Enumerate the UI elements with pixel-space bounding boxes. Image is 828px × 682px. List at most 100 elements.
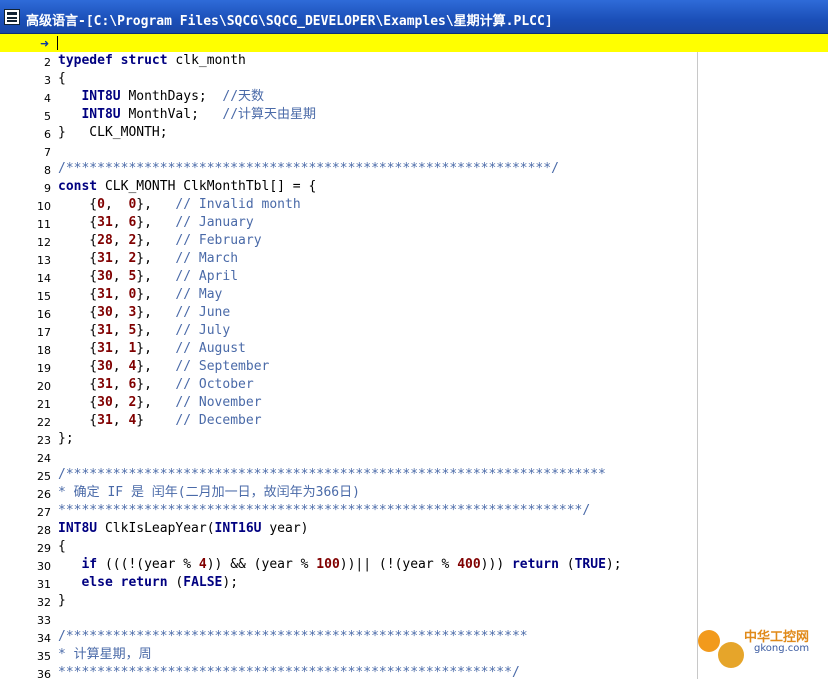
code-line[interactable]: 20 {31, 6}, // October <box>0 376 828 394</box>
gear-icon <box>698 630 720 652</box>
code-text: INT8U MonthDays; //天数 <box>81 89 265 104</box>
line-number: 28 <box>37 524 51 537</box>
code-line[interactable]: 11 {31, 6}, // January <box>0 214 828 232</box>
code-line[interactable]: 9 const CLK_MONTH ClkMonthTbl[] = { <box>0 178 828 196</box>
line-number: 14 <box>37 272 51 285</box>
arrow-marker-icon: ➜ <box>40 37 50 50</box>
line-number: 27 <box>37 506 51 519</box>
code-text: {0, 0}, // Invalid month <box>58 197 301 212</box>
code-text: /***************************************… <box>58 629 528 644</box>
line-number: 31 <box>37 578 51 591</box>
code-editor[interactable]: ➜ 2 typedef struct clk_month 3{4 INT8U Mont… <box>0 34 828 681</box>
code-line[interactable]: 17 {31, 5}, // July <box>0 322 828 340</box>
line-number: 33 <box>37 614 51 627</box>
line-number: 12 <box>37 236 51 249</box>
watermark-logo: 中华工控网 gkong.com <box>692 622 828 679</box>
line-number: 35 <box>37 650 51 663</box>
code-line[interactable]: 28 INT8U ClkIsLeapYear(INT16U year) <box>0 520 828 538</box>
line-number: 22 <box>37 416 51 429</box>
line-number: 20 <box>37 380 51 393</box>
code-text: {31, 4} // December <box>58 413 262 428</box>
line-number: 7 <box>44 146 51 159</box>
line-number: 21 <box>37 398 51 411</box>
line-number: 6 <box>44 128 51 141</box>
line-number: 29 <box>37 542 51 555</box>
code-line[interactable]: 10 {0, 0}, // Invalid month <box>0 196 828 214</box>
code-text: * 确定 IF 是 闰年(二月加一日，故闰年为366日) <box>58 485 360 500</box>
line-number: 9 <box>44 182 51 195</box>
code-text: {30, 4}, // September <box>58 359 270 374</box>
code-text: {31, 1}, // August <box>58 341 246 356</box>
code-text: } <box>58 593 66 608</box>
code-text: INT8U ClkIsLeapYear(INT16U year) <box>58 521 309 536</box>
line-number: 34 <box>37 632 51 645</box>
code-text: { <box>58 539 66 554</box>
line-number: 15 <box>37 290 51 303</box>
code-text: /***************************************… <box>58 161 559 176</box>
code-text: INT8U MonthVal; //计算天由星期 <box>81 107 317 122</box>
code-line[interactable]: 30 if (((!(year % 4)) && (year % 100))||… <box>0 556 828 574</box>
line-number: 18 <box>37 344 51 357</box>
code-text: } CLK_MONTH; <box>58 125 168 140</box>
code-line[interactable]: 32} <box>0 592 828 610</box>
code-line[interactable]: 31 else return (FALSE); <box>0 574 828 592</box>
app-window-icon[interactable] <box>4 9 20 25</box>
line-number: 11 <box>37 218 51 231</box>
code-text: {30, 5}, // April <box>58 269 239 284</box>
code-line[interactable]: 22 {31, 4} // December <box>0 412 828 430</box>
code-text: {31, 0}, // May <box>58 287 223 302</box>
code-text: const CLK_MONTH ClkMonthTbl[] = { <box>58 179 317 194</box>
line-number: 5 <box>44 110 51 123</box>
code-line[interactable]: 7 <box>0 142 828 160</box>
line-number: 30 <box>37 560 51 573</box>
code-line[interactable]: 14 {30, 5}, // April <box>0 268 828 286</box>
line-number: 36 <box>37 668 51 681</box>
title-bar[interactable]: 高级语言-[C:\Program Files\SQCG\SQCG_DEVELOP… <box>0 0 828 34</box>
code-text: }; <box>58 431 74 446</box>
text-caret <box>57 36 58 50</box>
code-line[interactable]: 16 {30, 3}, // June <box>0 304 828 322</box>
line-number: 2 <box>44 56 51 69</box>
line-number: 25 <box>37 470 51 483</box>
code-line[interactable]: 12 {28, 2}, // February <box>0 232 828 250</box>
code-line[interactable]: 27 **************************************… <box>0 502 828 520</box>
code-line[interactable]: 6 } CLK_MONTH; <box>0 124 828 142</box>
code-line[interactable]: 18 {31, 1}, // August <box>0 340 828 358</box>
code-text: {31, 6}, // January <box>58 215 254 230</box>
code-line[interactable]: 19 {30, 4}, // September <box>0 358 828 376</box>
window-title: 高级语言-[C:\Program Files\SQCG\SQCG_DEVELOP… <box>26 14 553 29</box>
code-text: { <box>58 71 66 86</box>
code-line[interactable]: 5 INT8U MonthVal; //计算天由星期 <box>0 106 828 124</box>
current-code-line[interactable]: ➜ <box>0 34 828 52</box>
code-line[interactable]: 24 <box>0 448 828 466</box>
code-line[interactable]: 8 /**************************************… <box>0 160 828 178</box>
code-line[interactable]: 2 typedef struct clk_month <box>0 52 828 70</box>
code-line[interactable]: 4 INT8U MonthDays; //天数 <box>0 88 828 106</box>
line-number: 3 <box>44 74 51 87</box>
line-number: 26 <box>37 488 51 501</box>
line-number: 16 <box>37 308 51 321</box>
line-number: 32 <box>37 596 51 609</box>
code-line[interactable]: 13 {31, 2}, // March <box>0 250 828 268</box>
code-text: else return (FALSE); <box>81 575 239 590</box>
code-line[interactable]: 26 * 确定 IF 是 闰年(二月加一日，故闰年为366日) <box>0 484 828 502</box>
code-line[interactable]: 25 /*************************************… <box>0 466 828 484</box>
code-text: {31, 5}, // July <box>58 323 231 338</box>
code-line[interactable]: 3{ <box>0 70 828 88</box>
line-number: 4 <box>44 92 51 105</box>
line-number: 24 <box>37 452 51 465</box>
line-number: 19 <box>37 362 51 375</box>
code-text: ****************************************… <box>58 503 591 518</box>
watermark-url: gkong.com <box>754 643 810 654</box>
code-line[interactable]: 23}; <box>0 430 828 448</box>
line-number: 8 <box>44 164 51 177</box>
line-number: 23 <box>37 434 51 447</box>
code-text: typedef struct clk_month <box>58 53 246 68</box>
code-line[interactable]: 21 {30, 2}, // November <box>0 394 828 412</box>
code-line[interactable]: 15 {31, 0}, // May <box>0 286 828 304</box>
line-number: 17 <box>37 326 51 339</box>
code-text: {30, 2}, // November <box>58 395 262 410</box>
code-text: {31, 2}, // March <box>58 251 239 266</box>
code-text: /***************************************… <box>58 467 606 482</box>
code-line[interactable]: 29 { <box>0 538 828 556</box>
